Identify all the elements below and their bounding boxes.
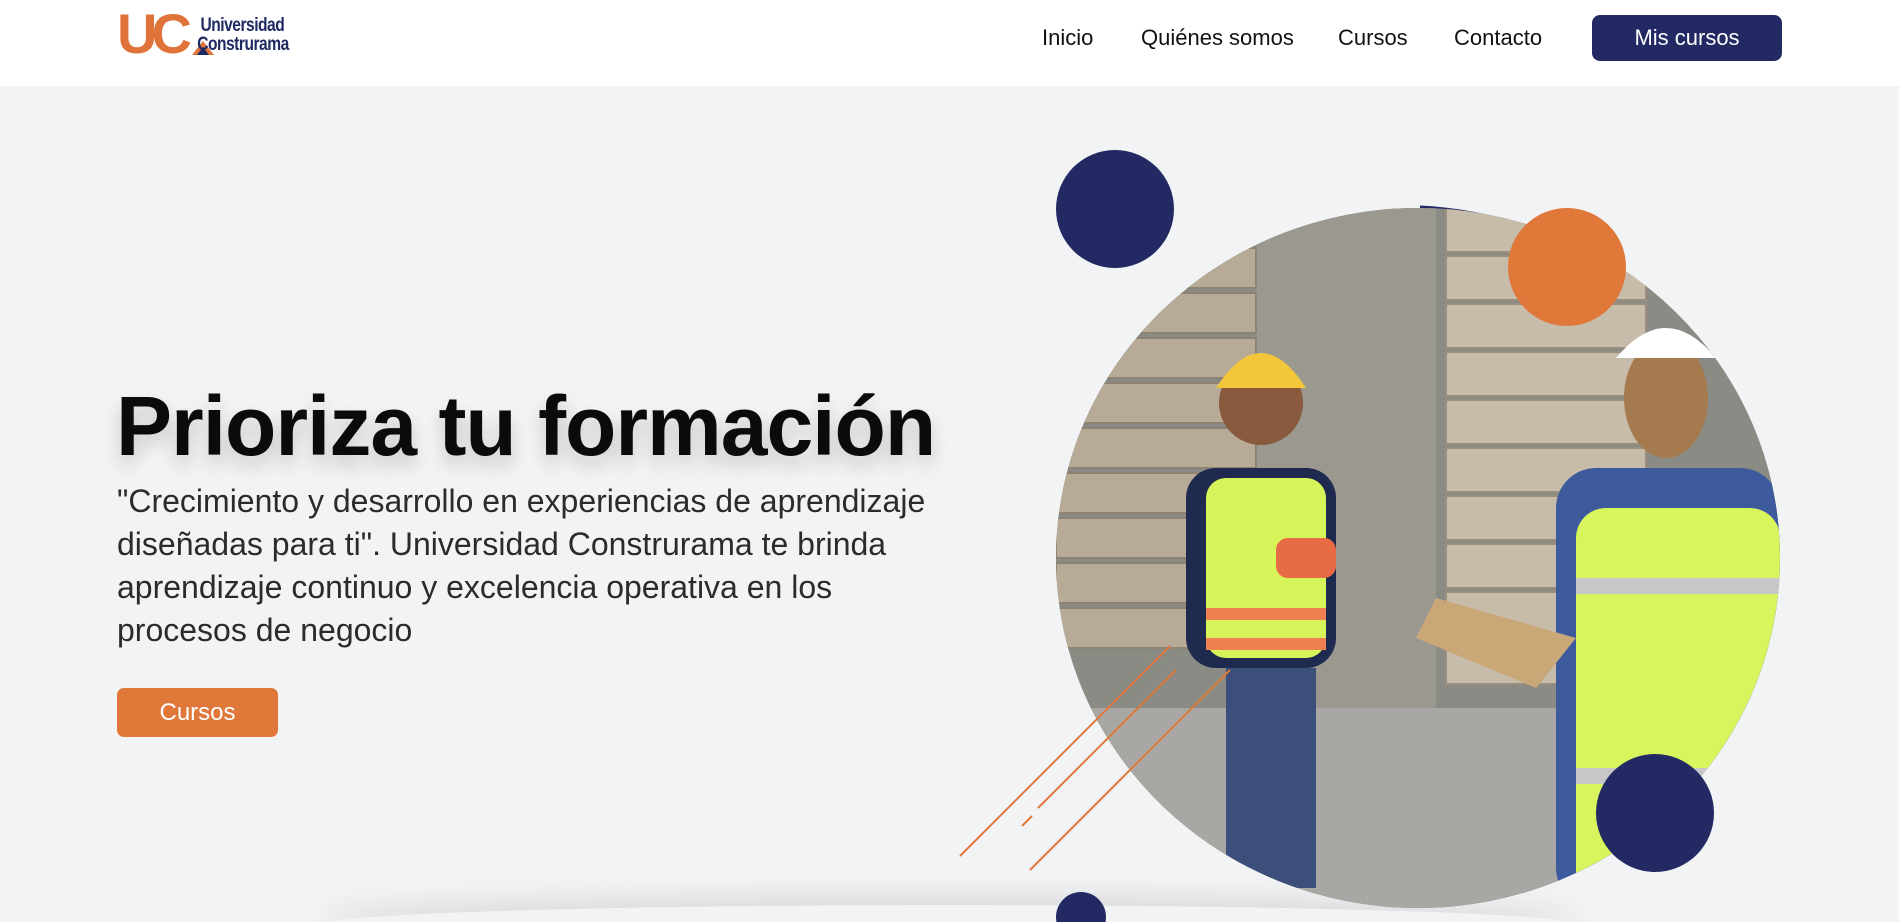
- logo-wordmark: Universidad Construrama: [189, 16, 289, 54]
- nav-quienes-somos[interactable]: Quiénes somos: [1141, 25, 1294, 51]
- decorative-lines: [959, 645, 1231, 871]
- cursos-button[interactable]: Cursos: [117, 688, 278, 737]
- nav-cursos[interactable]: Cursos: [1338, 25, 1408, 51]
- hero-title: Prioriza tu formación: [116, 379, 936, 473]
- site-header: UC Universidad Construrama Inicio Quiéne…: [0, 0, 1899, 86]
- logo[interactable]: UC Universidad Construrama: [117, 6, 317, 64]
- logo-line-2: Construrama: [197, 34, 289, 55]
- nav-inicio[interactable]: Inicio: [1042, 25, 1093, 51]
- hero-subtitle: "Crecimiento y desarrollo en experiencia…: [117, 483, 926, 648]
- logo-mark: UC: [117, 2, 192, 65]
- page: UC Universidad Construrama Inicio Quiéne…: [0, 0, 1899, 922]
- logo-line-1: Universidad: [200, 15, 285, 36]
- mis-cursos-button[interactable]: Mis cursos: [1592, 15, 1782, 61]
- nav-contacto[interactable]: Contacto: [1454, 25, 1542, 51]
- hero-illustration: [950, 140, 1810, 922]
